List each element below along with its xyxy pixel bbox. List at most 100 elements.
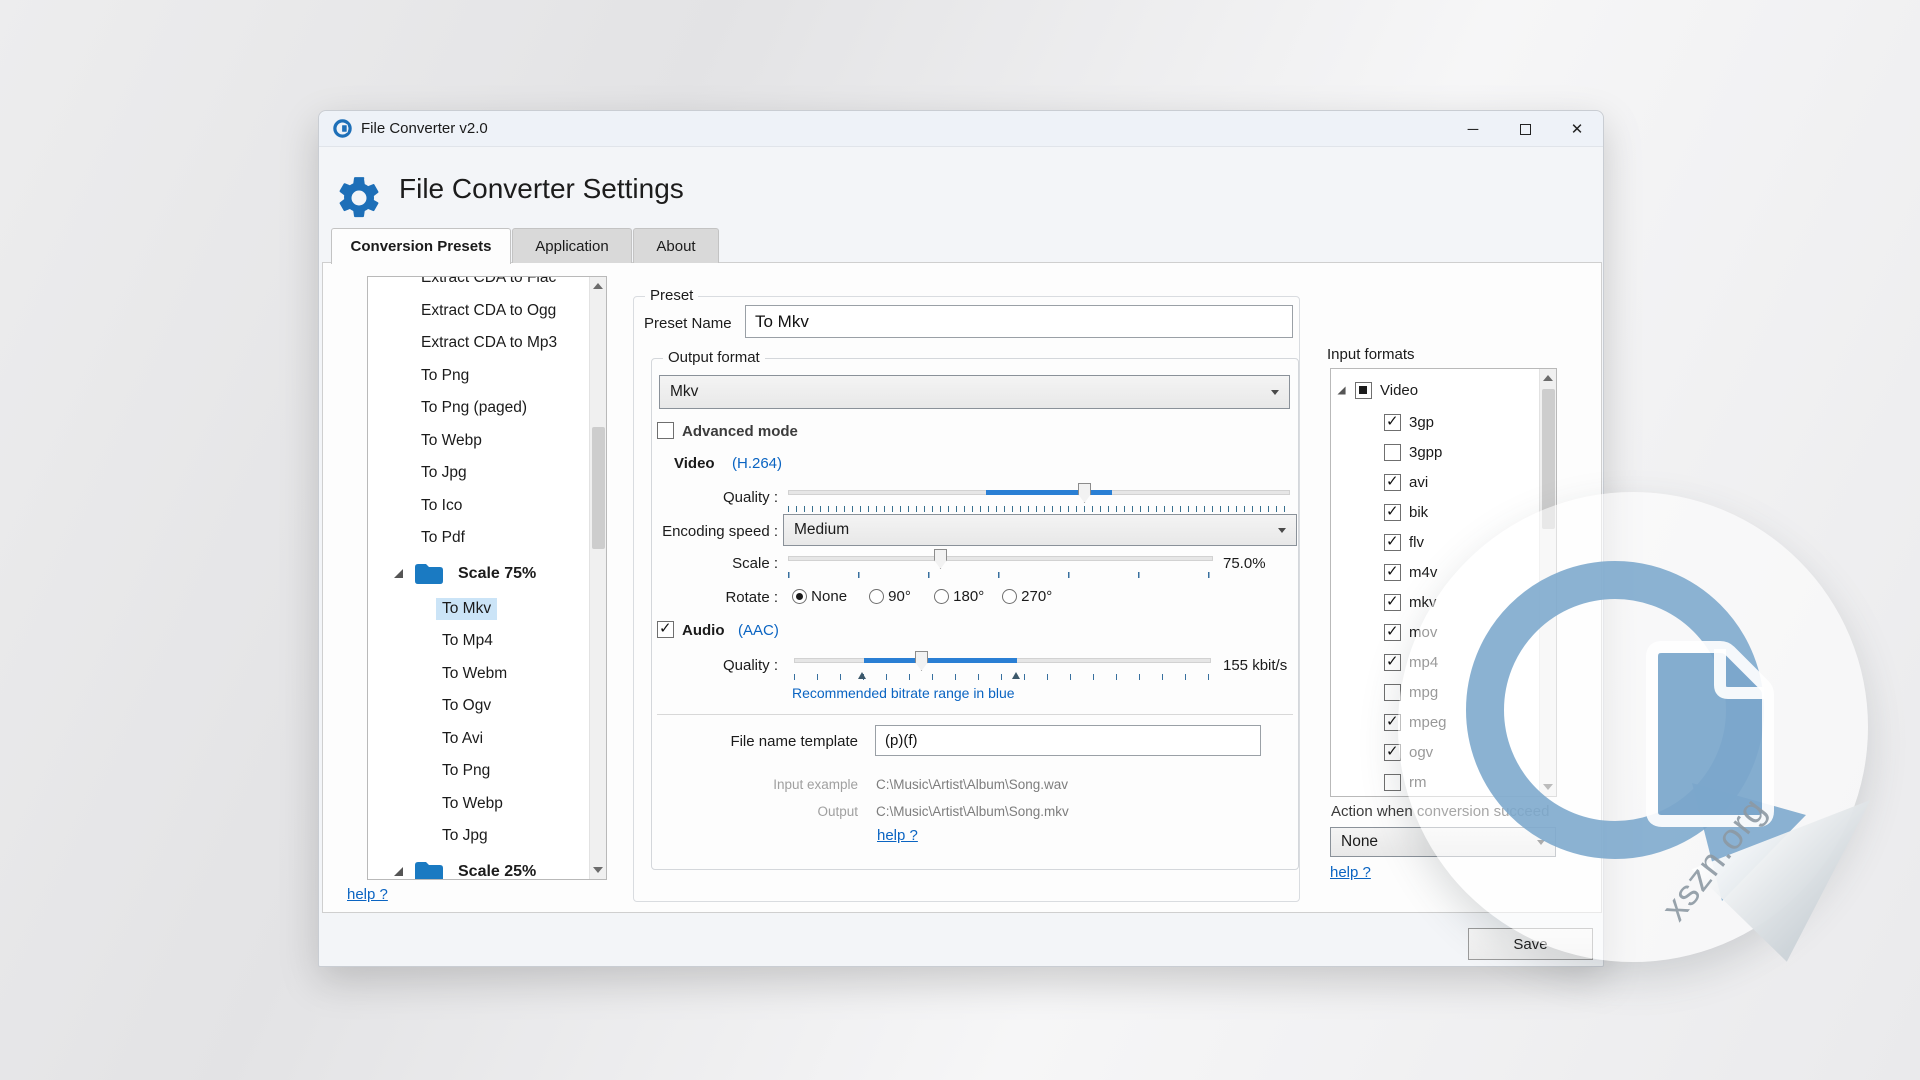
format-checkbox[interactable]	[1384, 474, 1401, 491]
preset-item[interactable]: To Ico	[368, 490, 590, 523]
action-select[interactable]: None	[1330, 827, 1556, 857]
format-checkbox[interactable]	[1384, 444, 1401, 461]
format-row[interactable]: avi	[1384, 467, 1428, 497]
format-checkbox[interactable]	[1384, 684, 1401, 701]
preset-item[interactable]: To Pdf	[368, 522, 590, 555]
preset-item-label: To Jpg	[415, 462, 473, 484]
preset-name-input[interactable]	[745, 305, 1293, 338]
rotate-option-180[interactable]: 180°	[934, 588, 984, 605]
format-checkbox[interactable]	[1384, 504, 1401, 521]
filename-template-input[interactable]	[875, 725, 1261, 756]
format-row[interactable]: flv	[1384, 527, 1424, 557]
expander-icon[interactable]	[394, 867, 403, 876]
preset-group-label: Preset	[645, 287, 698, 304]
format-checkbox[interactable]	[1384, 534, 1401, 551]
action-help-link[interactable]: help ?	[1330, 864, 1371, 881]
format-checkbox[interactable]	[1384, 564, 1401, 581]
preset-item[interactable]: Extract CDA to Flac	[368, 276, 590, 295]
scroll-up-icon[interactable]	[1543, 375, 1553, 381]
minimize-button[interactable]: ─	[1447, 111, 1499, 147]
input-example-value: C:\Music\Artist\Album\Song.wav	[876, 777, 1068, 792]
presets-help-link[interactable]: help ?	[347, 886, 388, 903]
format-root-row[interactable]: Video	[1337, 375, 1418, 405]
format-row[interactable]: mpg	[1384, 677, 1438, 707]
rotate-option-270[interactable]: 270°	[1002, 588, 1052, 605]
audio-checkbox[interactable]	[657, 621, 674, 638]
slider-track[interactable]	[788, 556, 1213, 561]
preset-folder[interactable]: Scale 25%	[368, 853, 590, 881]
preset-list-scrollbar[interactable]	[589, 277, 606, 879]
slider-thumb[interactable]	[934, 549, 947, 569]
format-row[interactable]: m4v	[1384, 557, 1437, 587]
format-row[interactable]: mp4	[1384, 647, 1438, 677]
format-checkbox[interactable]	[1384, 594, 1401, 611]
save-button[interactable]: Save	[1468, 928, 1593, 960]
preset-item[interactable]: To Png	[368, 360, 590, 393]
preset-item[interactable]: To Png	[368, 755, 590, 788]
template-help-link[interactable]: help ?	[877, 827, 918, 844]
formats-scrollbar[interactable]	[1539, 369, 1556, 796]
scrollbar-thumb[interactable]	[1542, 389, 1555, 529]
close-button[interactable]: ✕	[1551, 111, 1603, 147]
maximize-button[interactable]	[1499, 111, 1551, 147]
video-section-label: Video	[674, 455, 715, 472]
tab-conversion-presets[interactable]: Conversion Presets	[331, 228, 511, 264]
scrollbar-thumb[interactable]	[592, 427, 605, 549]
radio-icon[interactable]	[934, 589, 949, 604]
format-checkbox[interactable]	[1384, 714, 1401, 731]
format-root-checkbox[interactable]	[1355, 382, 1372, 399]
scale-slider[interactable]	[788, 549, 1213, 569]
preset-list[interactable]: Extract CDA to Flac Extract CDA to Ogg E…	[367, 276, 607, 880]
format-checkbox[interactable]	[1384, 774, 1401, 791]
preset-item[interactable]: To Webp	[368, 425, 590, 458]
preset-folder[interactable]: Scale 75%	[368, 555, 590, 593]
preset-item[interactable]: Extract CDA to Mp3	[368, 327, 590, 360]
format-row[interactable]: rm	[1384, 767, 1427, 797]
preset-item[interactable]: To Mkv	[368, 593, 590, 626]
preset-item[interactable]: To Jpg	[368, 457, 590, 490]
preset-item[interactable]: To Mp4	[368, 625, 590, 658]
scroll-down-icon[interactable]	[1543, 784, 1553, 790]
preset-item[interactable]: To Ogv	[368, 690, 590, 723]
scroll-down-icon[interactable]	[593, 867, 603, 873]
format-row[interactable]: ogv	[1384, 737, 1433, 767]
save-button-label: Save	[1513, 936, 1547, 953]
preset-item[interactable]: Extract CDA to Ogg	[368, 295, 590, 328]
expander-icon[interactable]	[394, 569, 403, 578]
preset-item[interactable]: To Jpg	[368, 820, 590, 853]
advanced-mode-checkbox[interactable]	[657, 422, 674, 439]
slider-thumb[interactable]	[1078, 483, 1091, 503]
expander-icon[interactable]	[1337, 386, 1345, 394]
format-checkbox[interactable]	[1384, 414, 1401, 431]
window-title: File Converter v2.0	[361, 120, 488, 137]
preset-item[interactable]: To Png (paged)	[368, 392, 590, 425]
format-checkbox[interactable]	[1384, 624, 1401, 641]
format-checkbox[interactable]	[1384, 654, 1401, 671]
format-row[interactable]: 3gp	[1384, 407, 1434, 437]
format-checkbox[interactable]	[1384, 744, 1401, 761]
preset-item[interactable]: To Webp	[368, 788, 590, 821]
radio-icon[interactable]	[869, 589, 884, 604]
format-row[interactable]: mov	[1384, 617, 1437, 647]
format-row[interactable]: mkv	[1384, 587, 1437, 617]
rotate-option-none[interactable]: None	[792, 588, 847, 605]
video-quality-slider[interactable]	[788, 483, 1290, 503]
preset-item[interactable]: To Avi	[368, 723, 590, 756]
radio-icon[interactable]	[792, 589, 807, 604]
format-row[interactable]: 3gpp	[1384, 437, 1442, 467]
slider-thumb[interactable]	[915, 651, 928, 671]
format-row[interactable]: bik	[1384, 497, 1428, 527]
format-label: mpeg	[1409, 714, 1447, 731]
audio-quality-slider[interactable]	[794, 651, 1211, 671]
format-row[interactable]: mpeg	[1384, 707, 1447, 737]
tab-about[interactable]: About	[633, 228, 719, 263]
scroll-up-icon[interactable]	[593, 283, 603, 289]
rotate-option-90[interactable]: 90°	[869, 588, 911, 605]
folder-icon	[414, 861, 444, 881]
output-format-select[interactable]: Mkv	[659, 375, 1290, 409]
radio-icon[interactable]	[1002, 589, 1017, 604]
preset-item[interactable]: To Webm	[368, 658, 590, 691]
input-formats-tree[interactable]: Video 3gp 3gpp avi bik flv m4v mkv mov m…	[1330, 368, 1557, 797]
encoding-speed-select[interactable]: Medium	[783, 514, 1297, 546]
tab-application[interactable]: Application	[512, 228, 632, 263]
